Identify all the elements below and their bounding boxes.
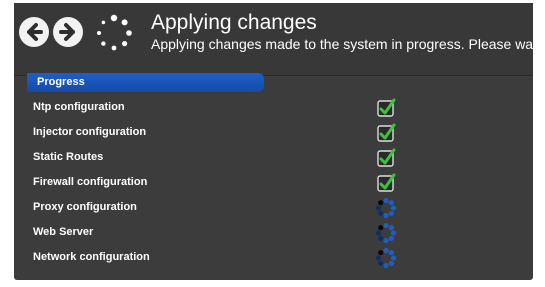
checkmark-icon [377, 173, 396, 192]
task-row: Network configuration [14, 246, 533, 271]
task-row: Firewall configuration [14, 171, 533, 196]
progress-tab[interactable]: Progress [27, 73, 264, 92]
loading-spinner-icon [375, 222, 397, 244]
loading-spinner-icon [375, 197, 397, 219]
page-subtitle: Applying changes made to the system in p… [151, 36, 541, 52]
task-label: Ntp configuration [33, 101, 125, 113]
task-row: Proxy configuration [14, 196, 533, 221]
loading-spinner-icon [97, 14, 132, 51]
task-row: Ntp configuration [14, 96, 533, 121]
checkmark-icon [377, 148, 396, 167]
checkmark-icon [377, 98, 396, 117]
loading-spinner-icon [375, 247, 397, 269]
checkmark-icon [377, 123, 396, 142]
task-row: Web Server [14, 221, 533, 246]
task-label: Proxy configuration [33, 201, 137, 213]
task-row: Static Routes [14, 146, 533, 171]
task-label: Firewall configuration [33, 176, 148, 188]
task-list: Ntp configuration Injector configuration S… [14, 96, 533, 271]
task-label: Web Server [33, 226, 94, 238]
task-row: Injector configuration [14, 121, 533, 146]
arrow-left-icon [27, 23, 43, 41]
back-button[interactable] [19, 17, 49, 47]
task-label: Static Routes [33, 151, 104, 163]
apply-changes-window: Applying changes Applying changes made t… [14, 3, 540, 280]
task-label: Injector configuration [33, 126, 147, 138]
arrow-right-icon [59, 23, 75, 41]
forward-button[interactable] [53, 17, 83, 47]
task-label: Network configuration [33, 251, 150, 263]
page-title: Applying changes [151, 11, 317, 34]
header-bar: Applying changes Applying changes made t… [14, 3, 540, 76]
